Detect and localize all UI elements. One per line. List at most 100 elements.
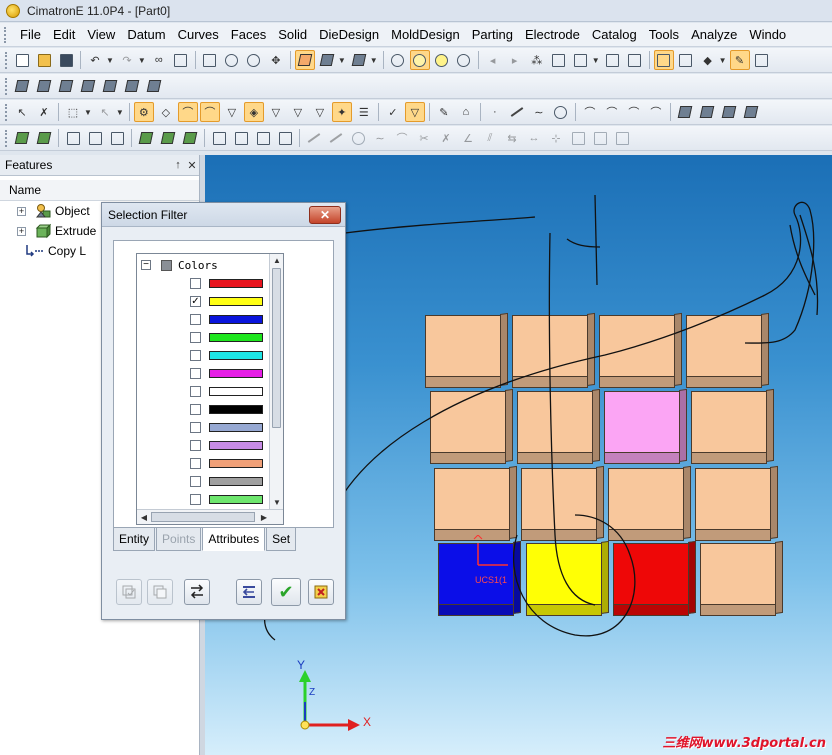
feature-4-icon[interactable] <box>85 128 105 148</box>
surface-4-icon[interactable] <box>741 102 761 122</box>
layer-icon[interactable] <box>603 50 623 70</box>
filter-curve-icon[interactable]: ⌒ <box>177 102 198 122</box>
color-filter-row[interactable] <box>137 472 283 490</box>
list-vertical-scrollbar[interactable]: ▲ ▼ <box>269 254 283 510</box>
box-front-icon[interactable] <box>34 76 54 96</box>
line-tool-icon[interactable] <box>304 128 324 148</box>
expand-icon[interactable]: + <box>17 206 26 216</box>
tree-structure-icon[interactable] <box>171 50 191 70</box>
feature-11-icon[interactable] <box>253 128 273 148</box>
next-icon[interactable]: ▸ <box>505 50 525 70</box>
color-checkbox[interactable] <box>190 331 201 343</box>
xyz-tool-icon[interactable]: ⊹ <box>546 128 566 148</box>
pick-mode-icon[interactable]: ↖ <box>95 102 115 122</box>
color-checkbox[interactable] <box>190 367 201 379</box>
color-checkbox[interactable] <box>190 493 201 505</box>
angle-tool-icon[interactable]: ∠ <box>458 128 478 148</box>
select-light-icon[interactable] <box>388 50 408 70</box>
tree-item-copy[interactable]: Copy L <box>24 241 86 261</box>
feature-1-icon[interactable] <box>12 128 32 148</box>
pan-icon[interactable]: ✥ <box>266 50 286 70</box>
menu-analyze[interactable]: Analyze <box>685 27 743 42</box>
color-filter-row[interactable] <box>137 436 283 454</box>
line-tool-2-icon[interactable] <box>326 128 346 148</box>
color-filter-row[interactable]: ✓ <box>137 292 283 310</box>
toolbar-grip[interactable] <box>5 103 8 121</box>
feature-7-icon[interactable] <box>158 128 178 148</box>
box-iso-icon[interactable] <box>12 76 32 96</box>
open-folder-icon[interactable] <box>34 50 54 70</box>
filter-funnel-icon[interactable]: ▽ <box>222 102 242 122</box>
menu-electrode[interactable]: Electrode <box>519 27 586 42</box>
lock-icon[interactable] <box>752 50 772 70</box>
color-checkbox[interactable] <box>190 385 201 397</box>
curve-1-icon[interactable]: ⌒ <box>580 102 600 122</box>
shaded-view-icon[interactable] <box>294 50 315 70</box>
settings-icon[interactable] <box>625 50 645 70</box>
filter-funnel-3-icon[interactable]: ▽ <box>288 102 308 122</box>
feature-9-icon[interactable] <box>209 128 229 148</box>
feature-5-icon[interactable] <box>107 128 127 148</box>
line-icon[interactable] <box>507 102 527 122</box>
collapse-toggle-icon[interactable]: − <box>141 260 151 270</box>
color-checkbox[interactable]: ✓ <box>190 295 201 307</box>
redo-dropdown-icon[interactable]: ▼ <box>138 56 146 65</box>
expand-icon[interactable]: + <box>17 226 26 236</box>
glasses-icon[interactable]: ∞ <box>149 50 169 70</box>
pin-icon[interactable]: ↑ <box>171 159 185 171</box>
colors-tree-root[interactable]: − Colors <box>137 256 283 274</box>
filter-check-icon[interactable]: ✓ <box>383 102 403 122</box>
circle-tool-icon[interactable] <box>348 128 368 148</box>
color-checkbox[interactable] <box>190 457 201 469</box>
toolbar-grip[interactable] <box>5 51 8 69</box>
box-left-icon[interactable] <box>144 76 164 96</box>
pick-mode-dropdown-icon[interactable]: ▼ <box>116 108 124 117</box>
undo-dropdown-icon[interactable]: ▼ <box>106 56 114 65</box>
light-settings-icon[interactable] <box>454 50 474 70</box>
zoom-window-icon[interactable] <box>222 50 242 70</box>
toolbar-grip[interactable] <box>5 129 8 147</box>
tab-points[interactable]: Points <box>156 528 202 551</box>
surface-2-icon[interactable] <box>697 102 717 122</box>
spline-tool-icon[interactable]: ∼ <box>370 128 390 148</box>
invert-selection-button[interactable] <box>184 579 210 605</box>
menu-curves[interactable]: Curves <box>172 27 225 42</box>
menu-view[interactable]: View <box>81 27 121 42</box>
color-filter-row[interactable] <box>137 346 283 364</box>
filter-entity-icon[interactable]: ⚙ <box>133 102 154 122</box>
scroll-right-arrow-icon[interactable]: ▶ <box>257 510 271 524</box>
filter-funnel-4-icon[interactable]: ▽ <box>310 102 330 122</box>
box-bottom-icon[interactable] <box>122 76 142 96</box>
tab-entity[interactable]: Entity <box>113 528 156 551</box>
back-button[interactable] <box>236 579 262 605</box>
frame-tool-icon[interactable] <box>568 128 588 148</box>
zoom-fit-icon[interactable] <box>200 50 220 70</box>
hscroll-thumb[interactable] <box>151 512 255 522</box>
box-select-icon[interactable]: ⬚ <box>63 102 83 122</box>
select-all-button[interactable] <box>116 579 142 605</box>
curve-2-icon[interactable]: ⌒ <box>602 102 622 122</box>
tree-item-object[interactable]: + Object <box>17 201 90 221</box>
render-mode-icon[interactable] <box>349 50 369 70</box>
feature-2-icon[interactable] <box>34 128 54 148</box>
grid-icon[interactable] <box>676 50 696 70</box>
dialog-title-bar[interactable]: Selection Filter ✕ <box>102 203 345 227</box>
color-checkbox[interactable] <box>190 421 201 433</box>
previous-icon[interactable]: ◂ <box>483 50 503 70</box>
colors-root-checkbox[interactable] <box>161 259 172 271</box>
render-mode-dropdown-icon[interactable]: ▼ <box>370 56 378 65</box>
sketch-icon[interactable]: ✎ <box>434 102 454 122</box>
dimension-tool-icon[interactable]: ↔ <box>524 128 544 148</box>
menu-edit[interactable]: Edit <box>47 27 81 42</box>
filter-point-icon[interactable]: ◇ <box>156 102 176 122</box>
redo-icon[interactable]: ↷ <box>117 50 137 70</box>
light-bulb-active-icon[interactable] <box>409 50 430 70</box>
box-select-dropdown-icon[interactable]: ▼ <box>84 108 92 117</box>
deselect-icon[interactable]: ✗ <box>34 102 54 122</box>
sketch-shape-icon[interactable]: ⌂ <box>456 102 476 122</box>
box-right-icon[interactable] <box>78 76 98 96</box>
menu-tools[interactable]: Tools <box>643 27 685 42</box>
pencil-icon[interactable]: ✎ <box>729 50 750 70</box>
surface-3-icon[interactable] <box>719 102 739 122</box>
paste-tool-icon[interactable] <box>612 128 632 148</box>
